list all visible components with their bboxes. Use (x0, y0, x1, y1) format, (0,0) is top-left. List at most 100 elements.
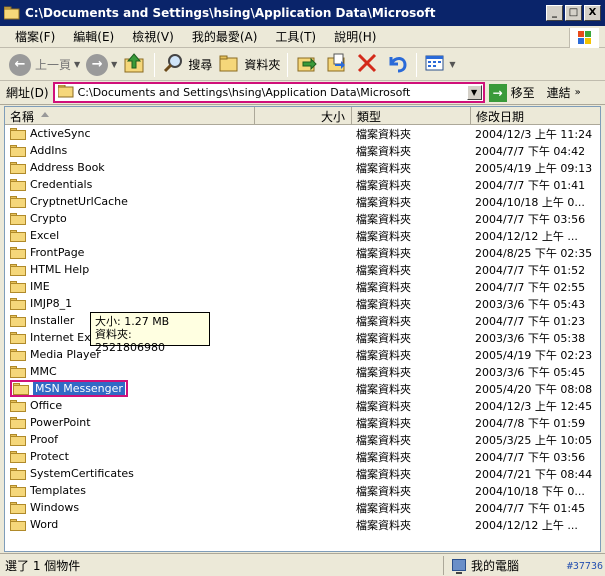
copy-to-icon (325, 52, 349, 77)
item-name-wrap: Protect (10, 450, 69, 463)
list-item[interactable]: AddIns 檔案資料夾 2004/7/7 下午 04:42 (5, 142, 600, 159)
item-name-cell: ActiveSync (5, 127, 255, 140)
menu-edit[interactable]: 編輯(E) (64, 28, 123, 45)
item-date: 2003/3/6 下午 05:38 (475, 331, 586, 345)
copy-to-button[interactable] (322, 51, 352, 79)
list-item[interactable]: CryptnetUrlCache 檔案資料夾 2004/10/18 上午 0... (5, 193, 600, 210)
item-name-wrap: Office (10, 399, 62, 412)
list-item[interactable]: IMJP8_1 檔案資料夾 2003/3/6 下午 05:43 (5, 295, 600, 312)
list-item[interactable]: Office 檔案資料夾 2004/12/3 上午 12:45 (5, 397, 600, 414)
up-folder-button[interactable] (120, 51, 150, 79)
status-zone-label: 我的電腦 (471, 558, 520, 573)
menu-file[interactable]: 檔案(F) (6, 28, 64, 45)
folders-button[interactable]: 資料夾 (215, 51, 283, 79)
column-header-name[interactable]: 名稱 (5, 107, 255, 125)
toolbar-separator (287, 52, 289, 77)
item-name-cell: Word (5, 518, 255, 531)
folder-icon (10, 399, 26, 412)
toolbar: ← 上一頁 ▼ → ▼ 搜尋 資料夾 ▼ (0, 49, 605, 81)
list-item[interactable]: ActiveSync 檔案資料夾 2004/12/3 上午 11:24 (5, 125, 600, 142)
item-date: 2003/3/6 下午 05:45 (475, 365, 586, 379)
item-date: 2004/10/18 下午 0... (475, 484, 585, 498)
list-item[interactable]: HTML Help 檔案資料夾 2004/7/7 下午 01:52 (5, 261, 600, 278)
list-item[interactable]: Credentials 檔案資料夾 2004/7/7 下午 01:41 (5, 176, 600, 193)
delete-icon (355, 52, 379, 77)
list-item[interactable]: SystemCertificates 檔案資料夾 2004/7/21 下午 08:4… (5, 465, 600, 482)
item-name-wrap: Media Player (10, 348, 101, 361)
address-value: C:\Documents and Settings\hsing\Applicat… (77, 86, 411, 99)
search-button[interactable]: 搜尋 (159, 51, 215, 79)
selected-item-highlight: MSN Messenger (10, 380, 128, 397)
links-button[interactable]: 連結 » (547, 84, 581, 101)
forward-dropdown-icon: ▼ (111, 60, 118, 69)
move-to-button[interactable] (292, 51, 322, 79)
address-dropdown-button[interactable]: ▼ (466, 85, 482, 100)
move-to-icon (295, 52, 319, 77)
item-name: Address Book (30, 161, 105, 174)
item-name-wrap: Windows (10, 501, 79, 514)
maximize-button[interactable]: □ (565, 5, 582, 21)
folder-icon (10, 331, 26, 344)
sort-ascending-icon (41, 112, 49, 117)
item-name-wrap: MMC (10, 365, 57, 378)
folder-icon (10, 178, 26, 191)
up-folder-icon (123, 52, 147, 77)
list-item[interactable]: IME 檔案資料夾 2004/7/7 下午 02:55 (5, 278, 600, 295)
forward-button[interactable]: → ▼ (83, 51, 120, 79)
column-header-modified[interactable]: 修改日期 (471, 107, 600, 125)
item-name: Excel (30, 229, 60, 242)
undo-icon (385, 52, 409, 77)
list-item[interactable]: Protect 檔案資料夾 2004/7/7 下午 03:56 (5, 448, 600, 465)
menu-favorites[interactable]: 我的最愛(A) (183, 28, 267, 45)
list-item[interactable]: Excel 檔案資料夾 2004/12/12 上午 ... (5, 227, 600, 244)
back-button[interactable]: ← 上一頁 ▼ (6, 51, 83, 79)
item-name: MMC (30, 365, 57, 378)
list-item[interactable]: Windows 檔案資料夾 2004/7/7 下午 01:45 (5, 499, 600, 516)
item-name-cell: Credentials (5, 178, 255, 191)
list-item[interactable]: MSN Messenger 檔案資料夾 2005/4/20 下午 08:08 (5, 380, 600, 397)
item-type: 檔案資料夾 (356, 229, 411, 243)
item-name-cell: HTML Help (5, 263, 255, 276)
address-input[interactable]: C:\Documents and Settings\hsing\Applicat… (52, 82, 485, 103)
item-name: CryptnetUrlCache (30, 195, 128, 208)
list-item[interactable]: Crypto 檔案資料夾 2004/7/7 下午 03:56 (5, 210, 600, 227)
toolbar-separator (154, 52, 156, 77)
views-button[interactable]: ▼ (421, 51, 458, 79)
item-date: 2004/8/25 下午 02:35 (475, 246, 593, 260)
list-item[interactable]: Address Book 檔案資料夾 2005/4/19 上午 09:13 (5, 159, 600, 176)
item-date: 2004/7/8 下午 01:59 (475, 416, 586, 430)
minimize-button[interactable]: _ (546, 5, 563, 21)
menu-help[interactable]: 說明(H) (325, 28, 385, 45)
item-name: SystemCertificates (30, 467, 134, 480)
item-date: 2004/7/7 下午 01:45 (475, 501, 586, 515)
menu-bar: 檔案(F) 編輯(E) 檢視(V) 我的最愛(A) 工具(T) 說明(H) (0, 26, 605, 48)
folder-icon (10, 297, 26, 310)
folder-icon (10, 212, 26, 225)
list-item[interactable]: FrontPage 檔案資料夾 2004/8/25 下午 02:35 (5, 244, 600, 261)
menu-tools[interactable]: 工具(T) (266, 28, 325, 45)
item-type: 檔案資料夾 (356, 450, 411, 464)
menu-view[interactable]: 檢視(V) (123, 28, 183, 45)
column-header-size[interactable]: 大小 (255, 107, 352, 125)
item-name-cell: AddIns (5, 144, 255, 157)
address-bar: 網址(D) C:\Documents and Settings\hsing\Ap… (0, 81, 605, 105)
item-name-cell: CryptnetUrlCache (5, 195, 255, 208)
list-item[interactable]: Templates 檔案資料夾 2004/10/18 下午 0... (5, 482, 600, 499)
list-item[interactable]: Proof 檔案資料夾 2005/3/25 上午 10:05 (5, 431, 600, 448)
item-name-wrap: Templates (10, 484, 86, 497)
delete-button[interactable] (352, 51, 382, 79)
item-name-wrap: CryptnetUrlCache (10, 195, 128, 208)
item-type: 檔案資料夾 (356, 365, 411, 379)
column-header-type[interactable]: 類型 (352, 107, 471, 125)
list-item[interactable]: Word 檔案資料夾 2004/12/12 上午 ... (5, 516, 600, 533)
folder-icon (10, 348, 26, 361)
undo-button[interactable] (382, 51, 412, 79)
list-item[interactable]: MMC 檔案資料夾 2003/3/6 下午 05:45 (5, 363, 600, 380)
item-name-wrap: PowerPoint (10, 416, 91, 429)
close-button[interactable]: X (584, 5, 601, 21)
list-item[interactable]: PowerPoint 檔案資料夾 2004/7/8 下午 01:59 (5, 414, 600, 431)
folder-icon (3, 6, 20, 20)
item-name-cell: Excel (5, 229, 255, 242)
go-button[interactable]: → 移至 (488, 83, 535, 102)
item-date: 2003/3/6 下午 05:43 (475, 297, 586, 311)
